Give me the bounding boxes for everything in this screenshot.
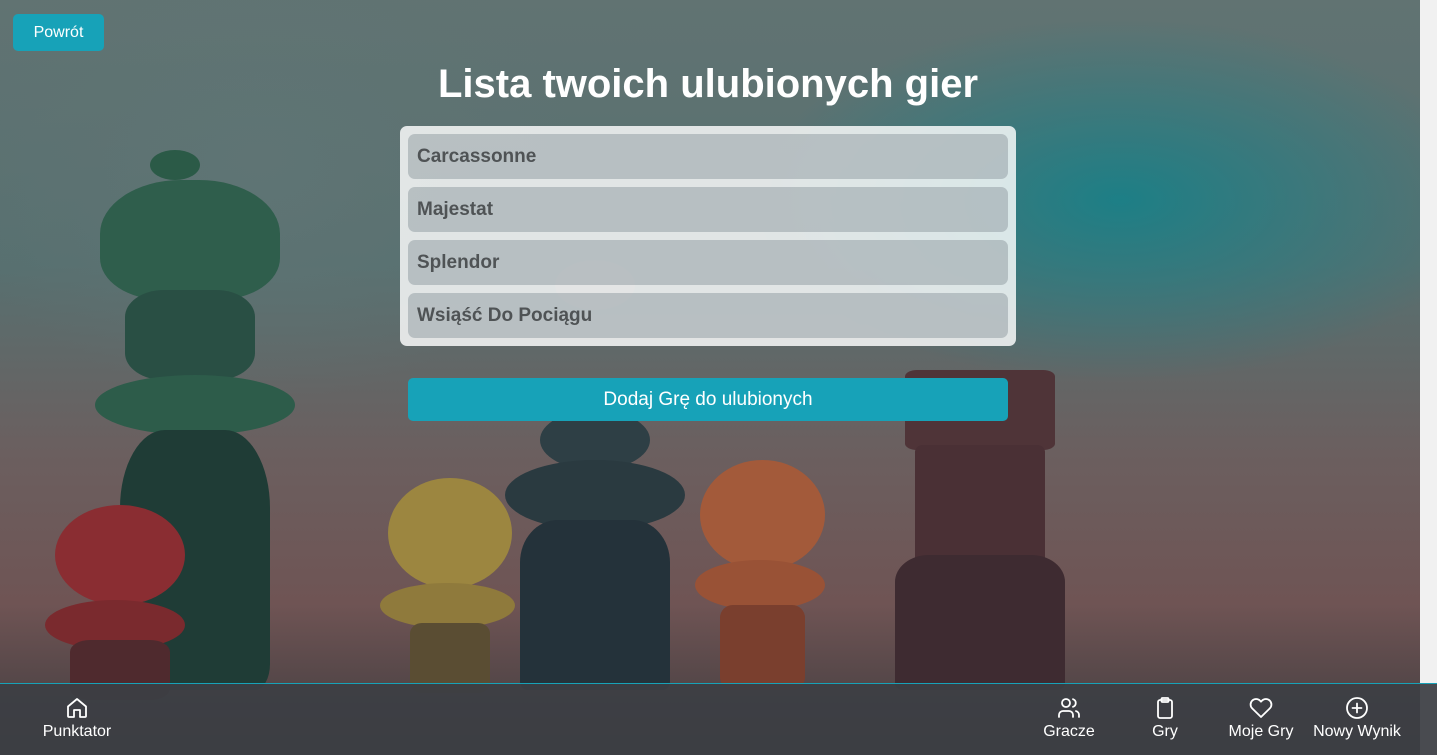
- nav-item-punktator[interactable]: Punktator: [36, 684, 118, 755]
- nav-item-moje-gry[interactable]: Moje Gry: [1224, 684, 1298, 755]
- bottom-navigation: Punktator Gracze Gry Moje Gry Nowy Wynik: [0, 683, 1437, 755]
- add-favorite-game-button[interactable]: Dodaj Grę do ulubionych: [408, 378, 1008, 421]
- home-icon: [67, 698, 87, 718]
- chess-piece-red-pawn: [45, 500, 195, 700]
- list-item[interactable]: Carcassonne: [408, 134, 1008, 179]
- nav-item-gracze[interactable]: Gracze: [1038, 684, 1100, 755]
- heart-icon: [1249, 698, 1273, 718]
- page-title: Lista twoich ulubionych gier: [437, 62, 979, 106]
- list-item[interactable]: Wsiąść Do Pociągu: [408, 293, 1008, 338]
- back-button[interactable]: Powrót: [13, 14, 104, 51]
- clipboard-icon: [1157, 697, 1173, 719]
- list-item[interactable]: Splendor: [408, 240, 1008, 285]
- nav-label: Gry: [1152, 723, 1178, 740]
- chess-piece-orange-pawn: [695, 460, 830, 690]
- nav-label: Gracze: [1043, 723, 1095, 740]
- nav-label: Nowy Wynik: [1313, 723, 1401, 740]
- nav-label: Moje Gry: [1228, 723, 1294, 740]
- list-item[interactable]: Majestat: [408, 187, 1008, 232]
- favorite-games-list: Carcassonne Majestat Splendor Wsiąść Do …: [400, 126, 1016, 346]
- app-window: Powrót Lista twoich ulubionych gier Carc…: [0, 0, 1437, 755]
- chess-piece-yellow-pawn: [380, 478, 520, 693]
- users-icon: [1058, 698, 1080, 718]
- plus-circle-icon: [1346, 697, 1368, 719]
- scrollbar[interactable]: [1420, 0, 1437, 755]
- nav-item-gry[interactable]: Gry: [1140, 684, 1190, 755]
- nav-item-nowy-wynik[interactable]: Nowy Wynik: [1308, 684, 1406, 755]
- nav-label: Punktator: [42, 723, 112, 740]
